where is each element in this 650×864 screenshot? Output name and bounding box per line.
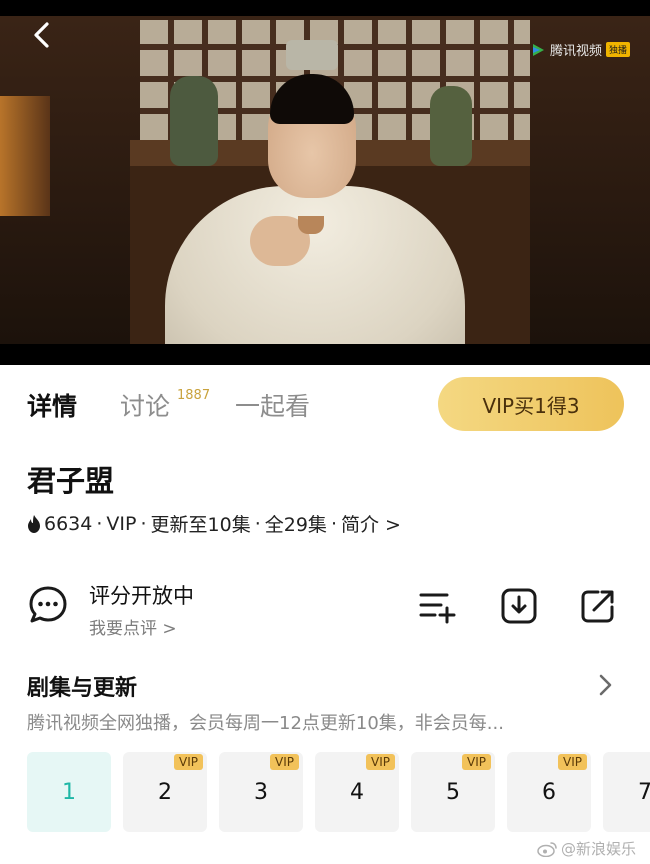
vip-badge: VIP bbox=[174, 754, 203, 770]
actor-hairpiece bbox=[286, 40, 338, 70]
comment-bubble-icon[interactable] bbox=[27, 584, 69, 626]
weibo-watermark: @新浪娱乐 bbox=[537, 838, 636, 859]
total-episodes: 全29集 bbox=[264, 514, 327, 536]
show-title: 君子盟 bbox=[27, 464, 115, 498]
scene-vase bbox=[170, 76, 218, 166]
separator-dot: · bbox=[330, 512, 337, 535]
separator-dot: · bbox=[140, 512, 147, 535]
episode-tile[interactable]: 6 VIP bbox=[507, 752, 591, 832]
tab-bar: 详情 讨论 1887 一起看 VIP买1得3 bbox=[0, 365, 650, 443]
exclusive-tag: 独播 bbox=[605, 42, 630, 57]
scene-vase bbox=[430, 86, 472, 166]
tab-details[interactable]: 详情 bbox=[27, 387, 77, 423]
video-frame bbox=[0, 16, 650, 344]
vip-badge: VIP bbox=[270, 754, 299, 770]
weibo-icon bbox=[537, 841, 557, 857]
separator-dot: · bbox=[96, 512, 103, 535]
episode-number: 4 bbox=[350, 779, 364, 805]
episode-number: 6 bbox=[542, 779, 556, 805]
tab-discussion[interactable]: 讨论 1887 bbox=[120, 387, 210, 423]
episode-number: 1 bbox=[62, 779, 76, 805]
episode-tile[interactable]: 5 VIP bbox=[411, 752, 495, 832]
tencent-video-logo: 腾讯视频 独播 bbox=[530, 40, 630, 59]
share-icon[interactable] bbox=[578, 586, 618, 626]
vip-purchase-button[interactable]: VIP买1得3 bbox=[438, 377, 624, 431]
rating-row: 评分开放中 我要点评 > bbox=[27, 578, 627, 639]
vip-badge: VIP bbox=[366, 754, 395, 770]
episode-number: 2 bbox=[158, 779, 172, 805]
episode-list: 1 2 VIP 3 VIP 4 VIP 5 VIP 6 VIP 7 bbox=[27, 752, 650, 832]
update-status: 更新至10集 bbox=[150, 514, 251, 536]
chevron-left-icon bbox=[34, 22, 49, 48]
separator-dot: · bbox=[254, 512, 261, 535]
rating-status: 评分开放中 bbox=[89, 584, 194, 608]
episode-number: 7 bbox=[638, 779, 650, 805]
intro-link[interactable]: 简介 > bbox=[341, 510, 401, 537]
discussion-count: 1887 bbox=[177, 388, 211, 403]
episodes-section-title: 剧集与更新 bbox=[27, 676, 138, 701]
episode-tile[interactable]: 2 VIP bbox=[123, 752, 207, 832]
write-review-link[interactable]: 我要点评 > bbox=[89, 614, 177, 639]
episode-number: 5 bbox=[446, 779, 460, 805]
episode-tile[interactable]: 4 VIP bbox=[315, 752, 399, 832]
scene-lamp bbox=[0, 96, 50, 216]
logo-text: 腾讯视频 bbox=[549, 44, 602, 59]
tab-watch-together[interactable]: 一起看 bbox=[235, 387, 310, 423]
chevron-right-icon[interactable] bbox=[594, 672, 616, 698]
episode-tile[interactable]: 7 bbox=[603, 752, 650, 832]
tea-cup bbox=[298, 216, 324, 234]
episode-tile[interactable]: 1 bbox=[27, 752, 111, 832]
heat-score: 6634 bbox=[44, 512, 93, 535]
vip-badge: VIP bbox=[462, 754, 491, 770]
flame-icon bbox=[28, 514, 40, 533]
add-to-playlist-icon[interactable] bbox=[417, 586, 457, 626]
tab-discussion-label: 讨论 bbox=[120, 392, 171, 421]
play-logo-icon bbox=[532, 43, 544, 56]
episode-tile[interactable]: 3 VIP bbox=[219, 752, 303, 832]
update-schedule-text: 腾讯视频全网独播，会员每周一12点更新10集，非会员每... bbox=[27, 713, 504, 734]
show-meta: 6634 · VIP · 更新至10集 · 全29集 · 简介 > bbox=[27, 510, 401, 537]
episode-number: 3 bbox=[254, 779, 268, 805]
vip-label: VIP bbox=[106, 512, 137, 535]
video-player[interactable]: 腾讯视频 独播 bbox=[0, 0, 650, 365]
vip-badge: VIP bbox=[558, 754, 587, 770]
watermark-text: @新浪娱乐 bbox=[560, 840, 636, 858]
download-icon[interactable] bbox=[499, 586, 539, 626]
back-button[interactable] bbox=[26, 18, 60, 52]
